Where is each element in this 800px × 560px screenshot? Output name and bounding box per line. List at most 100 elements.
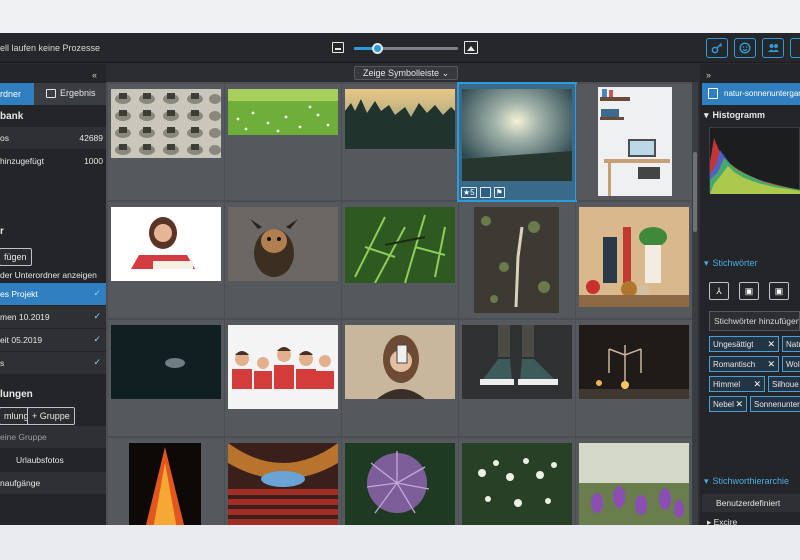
photo-thumbnail-allium-flower[interactable] (342, 438, 458, 525)
remove-tag-icon[interactable]: ✕ (767, 339, 775, 350)
photo-thumbnail-girl-reading[interactable] (108, 202, 224, 318)
more-icon[interactable] (790, 38, 800, 58)
slider-track[interactable] (354, 43, 458, 54)
check-icon: ✓ (93, 357, 101, 367)
label-icon[interactable] (479, 187, 491, 198)
folder-item[interactable]: men 10.2019 ✓ (0, 306, 106, 328)
keyword-tag[interactable]: Sonnenunter (750, 396, 800, 412)
keyword-tree-icon[interactable]: ⅄ (709, 282, 729, 300)
people-icon[interactable] (762, 38, 784, 58)
photo-thumbnail-dragonfly[interactable] (342, 202, 458, 318)
photo-thumbnail-bonfire[interactable] (108, 438, 224, 525)
stat-row-added[interactable]: hinzugefügt 1000 (0, 150, 106, 172)
top-bar: ell laufen keine Prozesse (0, 33, 800, 63)
keywords-heading-label: Stichwörter (712, 258, 758, 268)
rating-star-icon[interactable]: ★ 5 (461, 187, 477, 198)
tab-image-info-label: natur-sonnenuntergang (724, 89, 800, 98)
folder-item[interactable]: es Projekt ✓ (0, 283, 106, 305)
results-icon (46, 89, 56, 98)
slider-knob[interactable] (371, 43, 383, 54)
photo-dark-image (111, 325, 221, 399)
photo-soil-image (474, 207, 559, 313)
small-thumbnail-icon[interactable] (332, 42, 344, 53)
histogram-heading[interactable]: ▾ Histogramm (704, 110, 765, 121)
photo-sunset-image (462, 89, 572, 181)
histogram-heading-label: Histogramm (712, 110, 766, 120)
photo-thumbnail-meadow[interactable] (225, 84, 341, 200)
grid-scrollbar[interactable] (692, 82, 698, 525)
collection-item[interactable]: naufgänge (0, 472, 106, 494)
keyword-tag-label: Himmel (713, 380, 741, 389)
collapse-left-panel-icon[interactable]: « (92, 70, 97, 80)
keyword-add-input[interactable]: Stichwörter hinzufügen (709, 311, 800, 331)
photo-thumbnail-dark-object[interactable] (108, 320, 224, 436)
collapse-right-panel-icon[interactable]: » (706, 70, 711, 80)
keyword-tag[interactable]: Ungesättigt ✕ (709, 336, 779, 352)
thumbnail-size-slider[interactable] (332, 41, 478, 55)
histogram-chart (709, 127, 800, 194)
photo-desk-image (598, 87, 672, 196)
caret-right-icon: ▸ (707, 517, 714, 525)
photo-thumbnail-phone-selfie[interactable] (342, 320, 458, 436)
photo-thumbnail-kitchen-still-life[interactable] (576, 202, 692, 318)
keyword-tag[interactable]: Silhoue (768, 376, 800, 392)
key-icon[interactable] (706, 38, 728, 58)
keyword-tag-label: Silhoue (772, 380, 799, 389)
photo-cups-image (111, 89, 221, 158)
photo-thumbnail-desk[interactable] (576, 84, 692, 200)
keyword-export-icon[interactable]: ▣ (769, 282, 789, 300)
photo-selfie-image (345, 325, 455, 399)
hierarchy-item-excire[interactable]: ▸ Excire (702, 513, 800, 525)
add-group-button[interactable]: + Gruppe (27, 407, 75, 425)
photo-thumbnail-white-flowers[interactable] (459, 438, 575, 525)
photo-thumbnail-puppy[interactable] (225, 202, 341, 318)
photo-thumbnail-family[interactable] (225, 320, 341, 436)
photo-thumbnail-theater[interactable] (225, 438, 341, 525)
check-icon: ✓ (93, 334, 101, 344)
show-toolbar-button[interactable]: Zeige Symbolleiste ⌄ (354, 66, 459, 80)
collection-item[interactable]: Urlaubsfotos (0, 449, 106, 471)
photo-thumbnail-candles[interactable] (576, 320, 692, 436)
show-toolbar-label: Zeige Symbolleiste (363, 68, 440, 78)
keyword-tag-label: Ungesättigt (713, 340, 754, 349)
photo-crocus-image (579, 443, 689, 525)
photo-girl-image (111, 207, 221, 281)
tab-folders[interactable]: rdner (0, 83, 34, 105)
tab-image-info[interactable]: natur-sonnenuntergang (702, 83, 800, 105)
folder-label: eit 05.2019 (0, 335, 43, 345)
photo-white-flowers-image (462, 443, 572, 525)
keyword-tag[interactable]: Romantisch ✕ (709, 356, 779, 372)
photo-thumbnail-crocus[interactable] (576, 438, 692, 525)
keyword-tag[interactable]: Nebel ✕ (709, 396, 747, 412)
keyword-tag[interactable]: Himmel ✕ (709, 376, 765, 392)
face-icon[interactable] (734, 38, 756, 58)
remove-tag-icon[interactable]: ✕ (767, 359, 775, 370)
photo-thumbnail-sunset-selected[interactable]: ★ 5 ⚑ (457, 82, 577, 202)
rating-value: 5 (470, 188, 475, 197)
large-thumbnail-icon[interactable] (464, 41, 478, 54)
hierarchy-item-custom[interactable]: Benutzerdefiniert (702, 494, 800, 512)
keyword-tag[interactable]: Wolk (782, 356, 800, 372)
remove-tag-icon[interactable]: ✕ (735, 399, 743, 410)
photo-sneakers-image (462, 325, 572, 399)
keywords-heading[interactable]: ▾ Stichwörter (704, 258, 758, 269)
photo-thumbnail-plant-soil[interactable] (459, 202, 575, 318)
photo-thumbnail-cups[interactable] (108, 84, 224, 200)
remove-tag-icon[interactable]: ✕ (753, 379, 761, 390)
keyword-import-icon[interactable]: ▣ (739, 282, 759, 300)
process-status-text: ell laufen keine Prozesse (0, 43, 101, 53)
folder-item[interactable]: s ✓ (0, 352, 106, 374)
grid-scrollbar-thumb[interactable] (693, 152, 697, 232)
collection-item[interactable]: eine Gruppe (0, 426, 106, 448)
photo-thumbnail-forest-sunset[interactable] (342, 84, 458, 200)
photo-thumbnail-sneakers[interactable] (459, 320, 575, 436)
keyword-tag[interactable]: Natu (782, 336, 800, 352)
folder-item[interactable]: eit 05.2019 ✓ (0, 329, 106, 351)
folders-heading: r (0, 226, 4, 237)
tab-results-label: Ergebnis (60, 88, 96, 98)
keyword-hierarchy-heading[interactable]: ▾ Stichworthierarchie (704, 476, 789, 487)
stat-row-photos[interactable]: os 42689 (0, 127, 106, 149)
stat-label: hinzugefügt (0, 156, 44, 166)
tab-results[interactable]: Ergebnis (34, 83, 106, 105)
flag-icon[interactable]: ⚑ (493, 187, 505, 198)
